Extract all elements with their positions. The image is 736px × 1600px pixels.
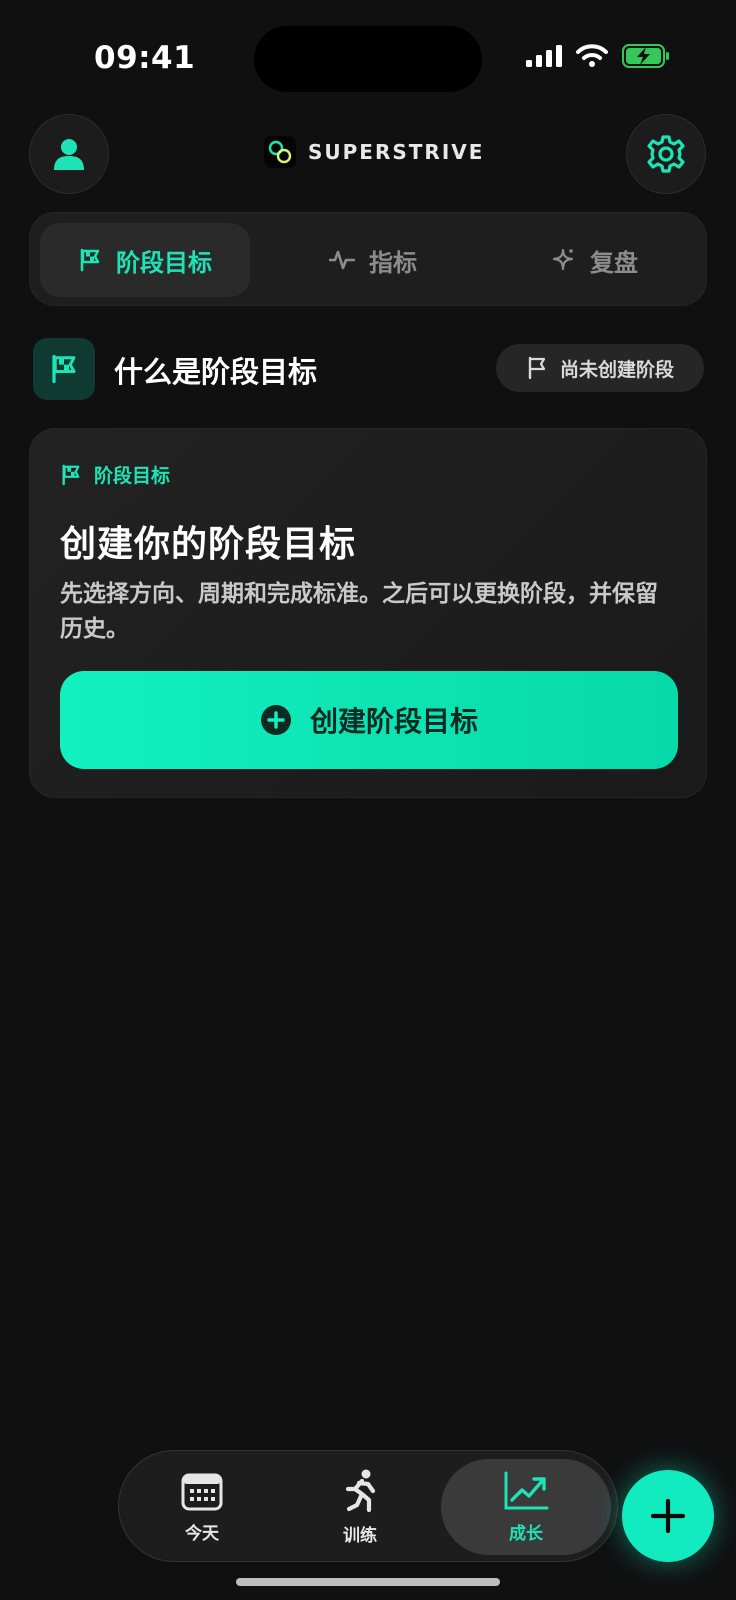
tab-stage-goal[interactable]: 阶段目标 bbox=[40, 223, 250, 297]
pulse-icon bbox=[329, 250, 355, 270]
cellular-signal-icon bbox=[526, 45, 562, 67]
nav-label: 成长 bbox=[509, 1523, 543, 1544]
plus-icon bbox=[650, 1498, 686, 1534]
bottom-nav: 今天 训练 成长 bbox=[118, 1450, 618, 1562]
nav-label: 今天 bbox=[185, 1523, 219, 1544]
stage-status-badge[interactable]: 尚未创建阶段 bbox=[496, 344, 704, 392]
status-icons bbox=[526, 44, 670, 68]
flag-checkered-icon bbox=[80, 248, 100, 272]
wifi-icon bbox=[576, 44, 608, 67]
sparkle-icon bbox=[552, 248, 574, 271]
card-tag-label: 阶段目标 bbox=[94, 465, 171, 487]
create-goal-card: 阶段目标 创建你的阶段目标 先选择方向、周期和完成标准。之后可以更换阶段，并保留… bbox=[29, 428, 707, 798]
tab-label: 阶段目标 bbox=[116, 248, 212, 277]
brand: SUPERSTRIVE bbox=[264, 136, 484, 168]
badge-label: 尚未创建阶段 bbox=[559, 358, 674, 381]
cta-label: 创建阶段目标 bbox=[309, 705, 478, 738]
add-button[interactable] bbox=[622, 1470, 714, 1562]
user-icon bbox=[54, 139, 84, 170]
chart-up-icon bbox=[504, 1471, 549, 1509]
create-goal-button[interactable]: 创建阶段目标 bbox=[60, 671, 678, 769]
segment-tabs: 阶段目标 指标 复盘 bbox=[29, 212, 707, 306]
card-tag: 阶段目标 bbox=[60, 461, 170, 488]
nav-item-training[interactable]: 训练 bbox=[295, 1463, 425, 1551]
section-title: 什么是阶段目标 bbox=[114, 355, 318, 389]
dynamic-island bbox=[254, 26, 482, 92]
home-indicator bbox=[236, 1578, 500, 1586]
flag-checkered-icon bbox=[62, 464, 80, 485]
nav-item-growth[interactable]: 成长 bbox=[441, 1459, 611, 1555]
battery-charging-icon bbox=[622, 44, 669, 68]
tab-label: 复盘 bbox=[590, 248, 638, 277]
plus-circle-icon bbox=[260, 705, 291, 735]
settings-button[interactable] bbox=[626, 114, 706, 194]
section-icon bbox=[33, 338, 95, 400]
brand-logo-icon bbox=[264, 136, 296, 168]
tab-label: 指标 bbox=[369, 248, 417, 277]
gear-icon bbox=[647, 135, 685, 173]
tab-metrics[interactable]: 指标 bbox=[298, 223, 448, 297]
brand-name: SUPERSTRIVE bbox=[308, 140, 485, 164]
profile-button[interactable] bbox=[29, 114, 109, 194]
tab-review[interactable]: 复盘 bbox=[520, 223, 670, 297]
flag-icon bbox=[528, 356, 546, 380]
app-screen: 09:41 SUPERSTRIVE 阶段目标 指标 复盘 什么是阶段目标 尚未创… bbox=[0, 0, 736, 1600]
card-description: 先选择方向、周期和完成标准。之后可以更换阶段，并保留历史。 bbox=[60, 581, 658, 642]
nav-item-today[interactable]: 今天 bbox=[137, 1463, 267, 1551]
card-title: 创建你的阶段目标 bbox=[60, 524, 357, 565]
flag-checkered-icon bbox=[52, 354, 76, 384]
status-time: 09:41 bbox=[94, 40, 196, 76]
nav-label: 训练 bbox=[343, 1525, 377, 1546]
calendar-icon bbox=[181, 1473, 223, 1510]
running-icon bbox=[345, 1469, 376, 1512]
